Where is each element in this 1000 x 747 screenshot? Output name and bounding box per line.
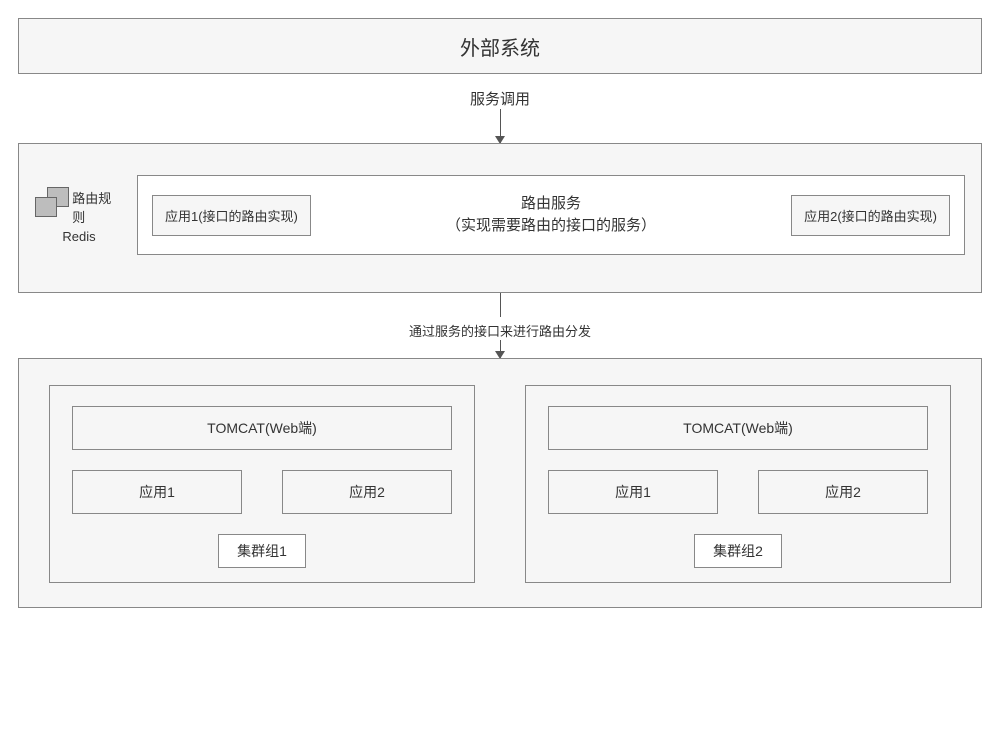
cluster1-label-box: 集群组1 [218, 534, 306, 568]
router-title-line2: （实现需要路由的接口的服务） [331, 215, 771, 238]
arrow1 [500, 109, 501, 143]
router-service-box: 应用1(接口的路由实现) 路由服务 （实现需要路由的接口的服务） 应用2(接口的… [137, 175, 965, 255]
redis-block: 路由规则 Redis [35, 187, 123, 244]
server-icon [35, 187, 68, 227]
cluster1-tomcat: TOMCAT(Web端) [72, 406, 452, 450]
cluster2-app1-label: 应用1 [615, 482, 651, 502]
external-system-title: 外部系统 [460, 32, 540, 61]
cluster1-app2-label: 应用2 [349, 482, 385, 502]
cluster2-label: 集群组2 [713, 543, 763, 559]
router-title: 路由服务 （实现需要路由的接口的服务） [331, 193, 771, 238]
cluster-1: TOMCAT(Web端) 应用1 应用2 集群组1 [49, 385, 475, 583]
external-system-box: 外部系统 [18, 18, 982, 74]
app1-chip: 应用1(接口的路由实现) [152, 195, 311, 236]
cluster1-tomcat-label: TOMCAT(Web端) [207, 418, 317, 438]
cluster-2: TOMCAT(Web端) 应用1 应用2 集群组2 [525, 385, 951, 583]
clusters-box: TOMCAT(Web端) 应用1 应用2 集群组1 TOMCAT(Web端) 应… [18, 358, 982, 608]
cluster1-app2: 应用2 [282, 470, 452, 514]
cluster2-app-row: 应用1 应用2 [548, 470, 928, 514]
cluster1-app-row: 应用1 应用2 [72, 470, 452, 514]
router-title-line1: 路由服务 [331, 193, 771, 216]
routing-layer-box: 路由规则 Redis 应用1(接口的路由实现) 路由服务 （实现需要路由的接口的… [18, 143, 982, 293]
cluster2-tomcat: TOMCAT(Web端) [548, 406, 928, 450]
redis-name: Redis [62, 229, 95, 244]
arrow2-bottom [500, 340, 501, 358]
redis-rule-label: 路由规则 [72, 188, 123, 226]
app2-chip-label: 应用2(接口的路由实现) [804, 209, 937, 224]
arrow2-top [500, 293, 501, 317]
arrow1-label: 服务调用 [18, 88, 982, 109]
cluster1-app1: 应用1 [72, 470, 242, 514]
cluster2-tomcat-label: TOMCAT(Web端) [683, 418, 793, 438]
app1-chip-label: 应用1(接口的路由实现) [165, 209, 298, 224]
cluster1-label: 集群组1 [237, 543, 287, 559]
app2-chip: 应用2(接口的路由实现) [791, 195, 950, 236]
cluster2-app2-label: 应用2 [825, 482, 861, 502]
cluster1-app1-label: 应用1 [139, 482, 175, 502]
arrow2-label: 通过服务的接口来进行路由分发 [18, 321, 982, 340]
cluster2-app1: 应用1 [548, 470, 718, 514]
cluster2-app2: 应用2 [758, 470, 928, 514]
cluster2-label-box: 集群组2 [694, 534, 782, 568]
